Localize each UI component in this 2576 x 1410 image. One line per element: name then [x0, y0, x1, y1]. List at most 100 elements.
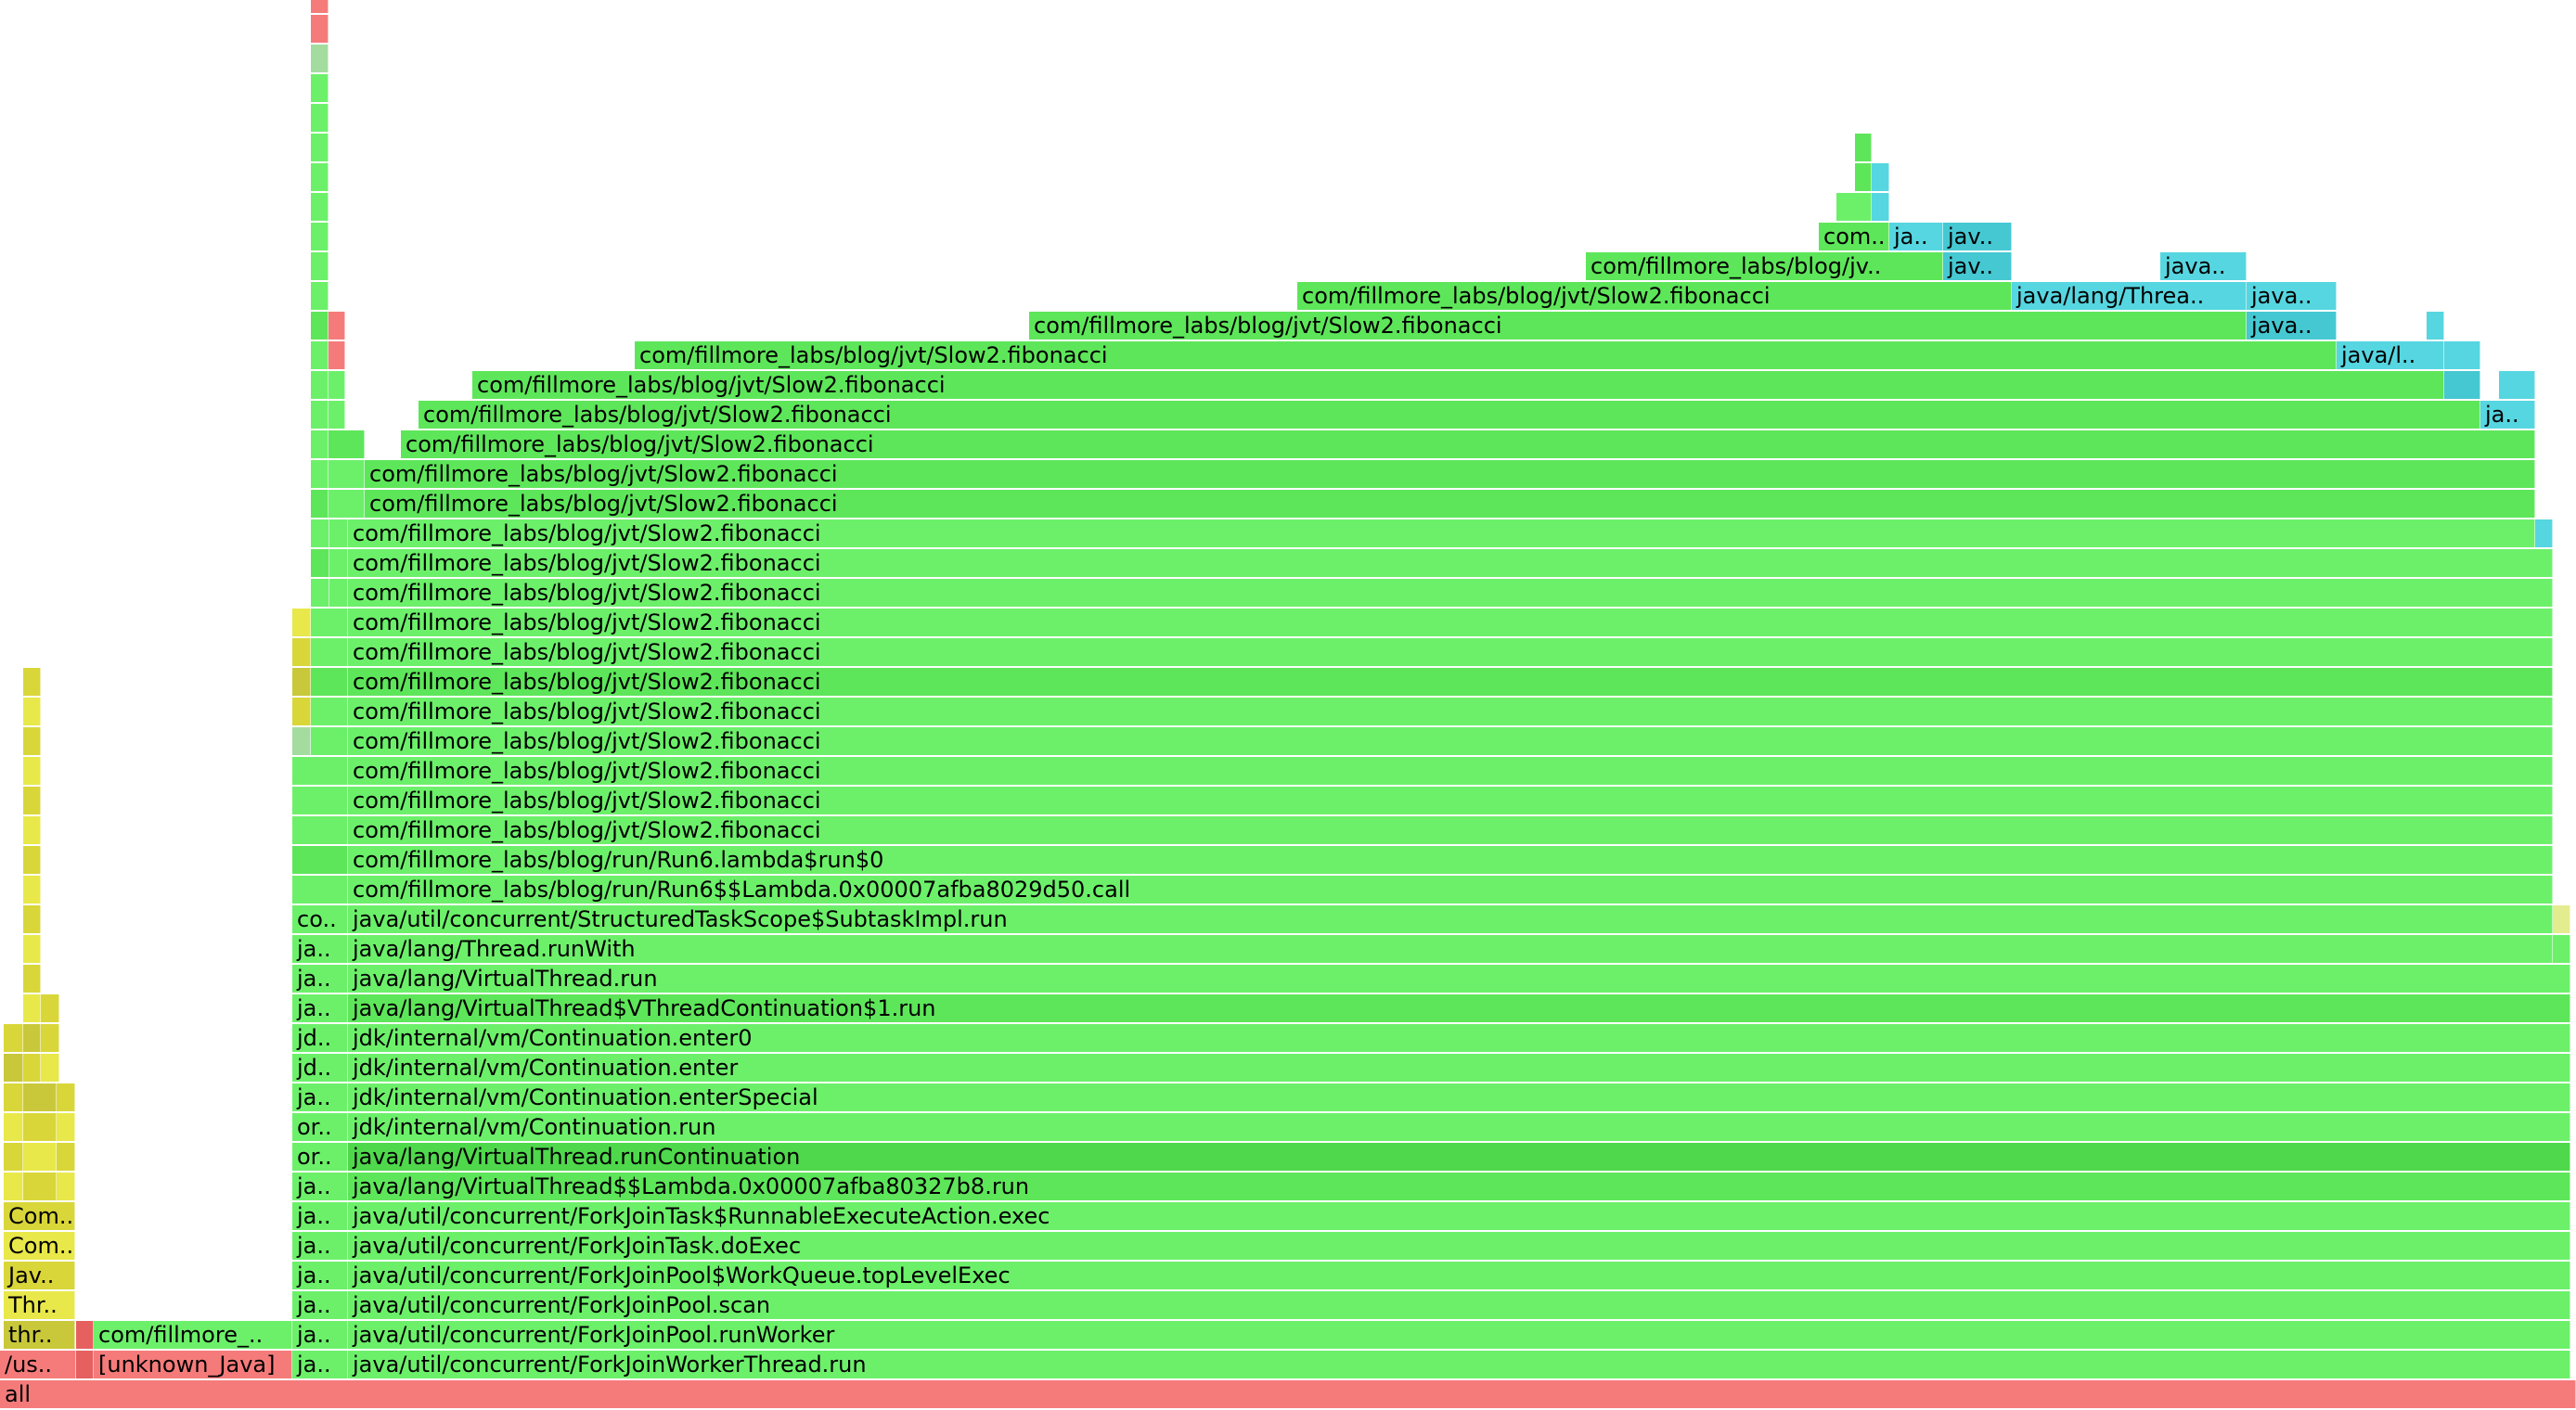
- stack-frame[interactable]: jdk/internal/vm/Continuation.enterSpecia…: [348, 1083, 2570, 1111]
- stack-frame[interactable]: [311, 104, 328, 132]
- stack-frame[interactable]: com/fillmore_labs/blog/jvt/Slow2.fibonac…: [348, 757, 2553, 785]
- stack-frame[interactable]: com/fillmore_labs/blog/run/Run6.lambda$r…: [348, 846, 2553, 874]
- stack-frame[interactable]: ja..: [292, 1321, 348, 1349]
- stack-frame[interactable]: [292, 876, 348, 904]
- stack-frame[interactable]: [23, 1143, 57, 1171]
- stack-frame[interactable]: [41, 1024, 59, 1052]
- stack-frame[interactable]: ja..: [292, 1291, 348, 1319]
- stack-frame[interactable]: [4, 1143, 23, 1171]
- stack-frame[interactable]: com/fillmore_labs/blog/jvt/Slow2.fibonac…: [348, 519, 2535, 547]
- stack-frame[interactable]: [311, 401, 328, 429]
- stack-frame[interactable]: com/fillmore_labs/blog/jvt/Slow2.fibonac…: [348, 787, 2553, 814]
- stack-frame[interactable]: [292, 727, 311, 755]
- stack-frame[interactable]: [57, 1083, 75, 1111]
- stack-frame[interactable]: [292, 816, 348, 844]
- stack-frame[interactable]: [23, 905, 41, 933]
- stack-frame[interactable]: [311, 698, 348, 725]
- stack-frame[interactable]: jdk/internal/vm/Continuation.run: [348, 1113, 2570, 1141]
- stack-frame[interactable]: com/fillmore_labs/blog/jvt/Slow2.fibonac…: [348, 549, 2553, 577]
- stack-frame[interactable]: com/fillmore_labs/blog/jvt/Slow2.fibonac…: [1297, 282, 2012, 310]
- stack-frame[interactable]: com/fillmore_labs/blog/run/Run6$$Lambda.…: [348, 876, 2553, 904]
- stack-frame[interactable]: [23, 757, 41, 785]
- stack-frame[interactable]: [311, 74, 328, 102]
- stack-frame[interactable]: [unknown_Java]: [94, 1351, 292, 1378]
- stack-frame[interactable]: ja..: [292, 1202, 348, 1230]
- stack-frame[interactable]: jdk/internal/vm/Continuation.enter: [348, 1054, 2570, 1082]
- stack-frame[interactable]: [292, 638, 311, 666]
- stack-frame[interactable]: [311, 163, 328, 191]
- stack-frame[interactable]: [292, 698, 311, 725]
- stack-frame[interactable]: [2535, 519, 2553, 547]
- stack-frame[interactable]: com/fillmore_labs/blog/jvt/Slow2.fibonac…: [635, 341, 2337, 369]
- stack-frame[interactable]: [311, 727, 348, 755]
- stack-frame[interactable]: com/fillmore_labs/blog/jvt/Slow2.fibonac…: [365, 490, 2535, 518]
- stack-frame[interactable]: [292, 668, 311, 696]
- stack-frame[interactable]: [23, 994, 41, 1022]
- stack-frame[interactable]: [311, 371, 328, 399]
- stack-frame[interactable]: co..: [292, 905, 348, 933]
- stack-frame[interactable]: java/util/concurrent/ForkJoinPool$WorkQu…: [348, 1262, 2570, 1289]
- stack-frame[interactable]: ja..: [292, 1351, 348, 1378]
- stack-frame[interactable]: [311, 549, 329, 577]
- stack-frame[interactable]: [57, 1173, 75, 1200]
- stack-frame[interactable]: [311, 15, 328, 43]
- stack-frame[interactable]: ja..: [292, 1232, 348, 1260]
- stack-frame[interactable]: java/lang/VirtualThread$VThreadContinuat…: [348, 994, 2570, 1022]
- stack-frame[interactable]: [292, 757, 348, 785]
- stack-frame[interactable]: [41, 1054, 59, 1082]
- stack-frame[interactable]: Com..: [4, 1232, 75, 1260]
- stack-frame[interactable]: com/fillmore_labs/blog/jvt/Slow2.fibonac…: [348, 816, 2553, 844]
- stack-frame[interactable]: [311, 252, 328, 280]
- stack-frame[interactable]: jav..: [1943, 252, 2012, 280]
- stack-frame[interactable]: [329, 579, 348, 607]
- stack-frame[interactable]: [311, 668, 348, 696]
- stack-frame[interactable]: java/lang/VirtualThread$$Lambda.0x00007a…: [348, 1173, 2570, 1200]
- stack-frame[interactable]: [4, 1113, 23, 1141]
- stack-frame[interactable]: [4, 1083, 23, 1111]
- stack-frame[interactable]: com/fillmore_labs/blog/jvt/Slow2.fibonac…: [365, 460, 2535, 488]
- stack-frame[interactable]: [1855, 163, 1872, 191]
- stack-frame[interactable]: [23, 1083, 57, 1111]
- stack-frame[interactable]: [2444, 371, 2480, 399]
- stack-frame[interactable]: java/util/concurrent/StructuredTaskScope…: [348, 905, 2553, 933]
- stack-frame[interactable]: [76, 1321, 94, 1349]
- stack-frame[interactable]: java..: [2247, 282, 2337, 310]
- stack-frame[interactable]: java/util/concurrent/ForkJoinTask$Runnab…: [348, 1202, 2570, 1230]
- stack-frame[interactable]: [311, 134, 328, 161]
- stack-frame[interactable]: [311, 45, 328, 72]
- stack-frame[interactable]: [23, 727, 41, 755]
- stack-frame[interactable]: [311, 223, 328, 250]
- stack-frame[interactable]: [4, 1024, 23, 1052]
- stack-frame[interactable]: [2444, 341, 2480, 369]
- stack-frame[interactable]: [328, 490, 365, 518]
- stack-frame[interactable]: Thr..: [4, 1291, 75, 1319]
- stack-frame[interactable]: java..: [2160, 252, 2247, 280]
- stack-frame[interactable]: java/lang/VirtualThread.runContinuation: [348, 1143, 2570, 1171]
- stack-frame[interactable]: [2499, 371, 2535, 399]
- stack-frame[interactable]: [23, 1054, 41, 1082]
- stack-frame[interactable]: [311, 430, 328, 458]
- stack-frame[interactable]: Com..: [4, 1202, 75, 1230]
- stack-frame[interactable]: [1836, 193, 1872, 221]
- stack-frame[interactable]: [4, 1054, 23, 1082]
- stack-frame[interactable]: [329, 519, 348, 547]
- stack-frame[interactable]: [328, 401, 345, 429]
- stack-frame[interactable]: java..: [2247, 312, 2337, 340]
- stack-frame[interactable]: [328, 341, 345, 369]
- stack-frame[interactable]: ja..: [292, 1083, 348, 1111]
- stack-frame[interactable]: [23, 935, 41, 963]
- stack-frame[interactable]: [2427, 312, 2444, 340]
- stack-frame[interactable]: com..: [1819, 223, 1889, 250]
- stack-frame[interactable]: [311, 282, 328, 310]
- stack-frame[interactable]: [1872, 193, 1889, 221]
- stack-frame[interactable]: com/fillmore_labs/blog/jvt/Slow2.fibonac…: [1029, 312, 2247, 340]
- stack-frame[interactable]: [23, 787, 41, 814]
- stack-frame[interactable]: java/lang/Threa..: [2012, 282, 2247, 310]
- stack-frame[interactable]: [23, 876, 41, 904]
- stack-frame[interactable]: [311, 638, 348, 666]
- stack-frame[interactable]: ja..: [292, 994, 348, 1022]
- stack-frame[interactable]: java/util/concurrent/ForkJoinPool.scan: [348, 1291, 2570, 1319]
- stack-frame[interactable]: java/lang/Thread.runWith: [348, 935, 2553, 963]
- stack-frame[interactable]: all: [0, 1380, 2576, 1408]
- stack-frame[interactable]: jd..: [292, 1024, 348, 1052]
